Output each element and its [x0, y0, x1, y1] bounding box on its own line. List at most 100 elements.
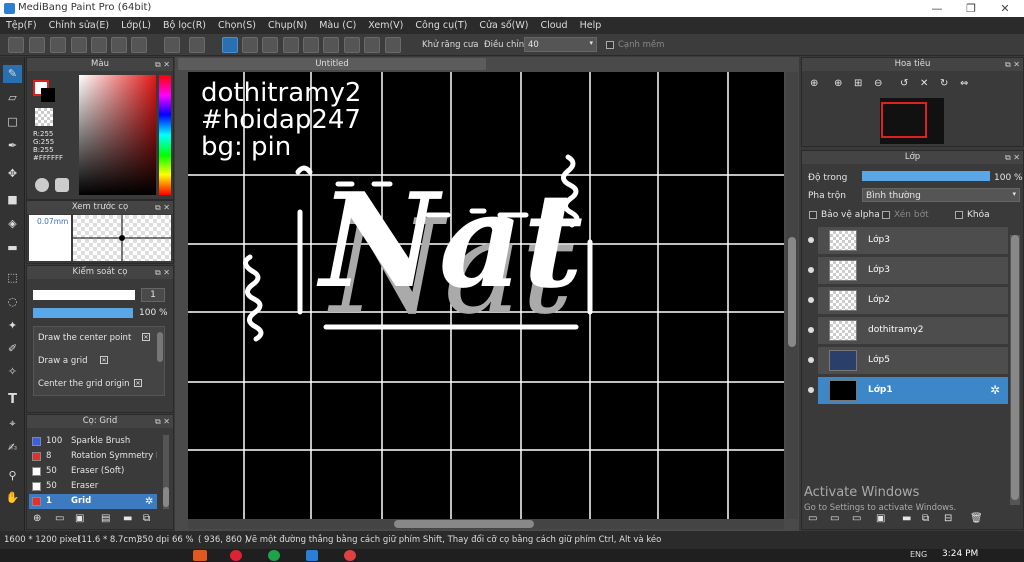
reset-view-icon[interactable]: ✕ [920, 78, 928, 89]
duplicate-layer-icon[interactable]: ⧉ [922, 513, 929, 524]
clipping-checkbox[interactable] [882, 211, 890, 219]
copy-icon[interactable]: ⧉ [143, 513, 150, 524]
clock[interactable]: 3:24 PM [942, 549, 978, 559]
checkbox-checked-icon[interactable]: ✕ [142, 333, 150, 341]
option-center-grid-origin[interactable]: Center the grid origin ✕ [38, 379, 158, 389]
cloud-icon[interactable] [8, 37, 24, 53]
redo-icon[interactable] [189, 37, 205, 53]
visibility-icon[interactable] [808, 237, 814, 243]
document-tab[interactable]: Untitled [178, 58, 486, 70]
protect-alpha-checkbox[interactable] [809, 211, 817, 219]
document-icon[interactable] [91, 37, 107, 53]
move-tool-icon[interactable]: ✥ [3, 165, 22, 183]
visibility-icon[interactable] [808, 297, 814, 303]
magic-wand-tool-icon[interactable]: ✦ [3, 317, 22, 335]
transparent-swatch[interactable] [35, 108, 53, 126]
checkbox-checked-icon[interactable]: ✕ [134, 379, 142, 387]
add-brush-icon[interactable]: ⊕ [33, 513, 41, 524]
layer-opacity-slider[interactable] [862, 171, 990, 181]
medibang-taskbar-icon[interactable] [193, 550, 207, 561]
text-tool-icon[interactable]: T [3, 391, 22, 409]
layer-row-selected[interactable]: Lớp1 ✲ [808, 377, 1008, 405]
trash-icon[interactable]: 🗑 [970, 513, 983, 524]
brush-item[interactable]: 50 Eraser [29, 479, 157, 494]
brush-settings-icon[interactable]: ▤ [101, 513, 110, 524]
option-draw-grid[interactable]: Draw a grid ✕ [38, 356, 158, 366]
zoom-out-icon[interactable]: ⊖ [874, 78, 882, 89]
soft-edge-checkbox[interactable] [606, 41, 614, 49]
gear-icon[interactable]: ✲ [145, 494, 153, 509]
option-draw-center[interactable]: Draw the center point ✕ [38, 333, 158, 343]
rectangle-tool-icon[interactable]: □ [3, 113, 22, 131]
app-taskbar-icon[interactable] [344, 550, 356, 561]
curve-snap-icon[interactable] [344, 37, 360, 53]
brush-item[interactable]: 100 Sparkle Brush [29, 434, 157, 449]
gradient-tool-icon[interactable]: ▬ [3, 239, 22, 257]
menu-edit[interactable]: Chỉnh sửa(E) [43, 17, 116, 34]
hue-slider[interactable] [159, 75, 171, 195]
menu-snap[interactable]: Chụp(N) [262, 17, 313, 34]
parallel-snap-icon[interactable] [242, 37, 258, 53]
rotate-right-icon[interactable]: ↻ [940, 78, 948, 89]
saturation-value-picker[interactable] [79, 75, 156, 195]
folder-icon[interactable]: ▬ [902, 513, 911, 524]
new-layer-8bit-icon[interactable]: ▭ [830, 513, 839, 524]
panel-expand-icon[interactable]: ⧉ ✕ [155, 201, 170, 214]
menu-color[interactable]: Màu (C) [313, 17, 362, 34]
new-brush-icon[interactable]: ▭ [55, 513, 64, 524]
layer-row[interactable]: dothitramy2 [808, 317, 1008, 345]
divide-tool-icon[interactable]: ⌖ [3, 415, 22, 433]
menu-select[interactable]: Chọn(S) [212, 17, 262, 34]
menu-layer[interactable]: Lớp(L) [115, 17, 157, 34]
menu-cloud[interactable]: Cloud [534, 17, 573, 34]
minimize-button[interactable]: — [920, 0, 954, 17]
layer-row[interactable]: Lớp2 [808, 287, 1008, 315]
brush-size-slider[interactable] [33, 290, 135, 300]
layer-row[interactable]: Lớp5 [808, 347, 1008, 375]
cross-snap-icon[interactable] [262, 37, 278, 53]
new-layer-icon[interactable]: ▭ [808, 513, 817, 524]
checkbox-checked-icon[interactable]: ✕ [100, 356, 108, 364]
visibility-icon[interactable] [808, 267, 814, 273]
chrome-taskbar-icon[interactable] [268, 550, 280, 561]
circle-snap-icon[interactable] [323, 37, 339, 53]
menu-tools[interactable]: Công cụ(T) [409, 17, 473, 34]
app-taskbar-icon[interactable] [306, 550, 318, 561]
menu-view[interactable]: Xem(V) [362, 17, 409, 34]
gear-icon[interactable]: ✲ [990, 383, 1000, 397]
background-color-swatch[interactable] [41, 88, 55, 102]
bucket-tool-icon[interactable]: ◈ [3, 215, 22, 233]
no-snap-icon[interactable] [222, 37, 238, 53]
brush-opacity-slider[interactable] [33, 308, 133, 318]
flip-icon[interactable]: ⇔ [960, 78, 968, 89]
maximize-button[interactable]: ❐ [954, 0, 988, 17]
smudge-tool-icon[interactable]: ✍ [3, 439, 22, 457]
vertical-scrollbar[interactable] [786, 72, 798, 519]
brush-menu-icon[interactable]: ▣ [75, 513, 84, 524]
visibility-icon[interactable] [808, 357, 814, 363]
color-picker-icon[interactable] [55, 178, 69, 192]
layer-row[interactable]: Lớp3 [808, 227, 1008, 255]
gear-icon[interactable] [385, 37, 401, 53]
eyedropper-tool-icon[interactable]: ⚲ [3, 467, 22, 485]
layer-row[interactable]: Lớp3 [808, 257, 1008, 285]
panel-expand-icon[interactable]: ⧉ ✕ [1005, 58, 1020, 71]
options-scrollbar[interactable] [157, 332, 163, 362]
undo-icon[interactable] [164, 37, 180, 53]
eraser-tool-icon[interactable]: ▱ [3, 89, 22, 107]
brush-item-selected[interactable]: 1 Grid ✲ [29, 494, 157, 509]
panel-expand-icon[interactable]: ⧉ ✕ [155, 415, 170, 428]
comment-add-icon[interactable] [71, 37, 87, 53]
brush-list-scrollbar[interactable] [163, 435, 169, 509]
visibility-icon[interactable] [808, 387, 814, 393]
close-button[interactable]: ✕ [988, 0, 1022, 17]
hand-tool-icon[interactable]: ✋ [3, 489, 22, 507]
layer-menu-icon[interactable]: ▣ [876, 513, 885, 524]
palette-icon[interactable] [35, 178, 49, 192]
menu-file[interactable]: Tệp(F) [0, 17, 43, 34]
lasso-tool-icon[interactable]: ◌ [3, 293, 22, 311]
ellipse-snap-icon[interactable] [364, 37, 380, 53]
horizontal-scrollbar[interactable] [188, 519, 784, 529]
brush-tool-icon[interactable]: ✎ [3, 65, 22, 83]
merge-layer-icon[interactable]: ⊟ [944, 513, 952, 524]
